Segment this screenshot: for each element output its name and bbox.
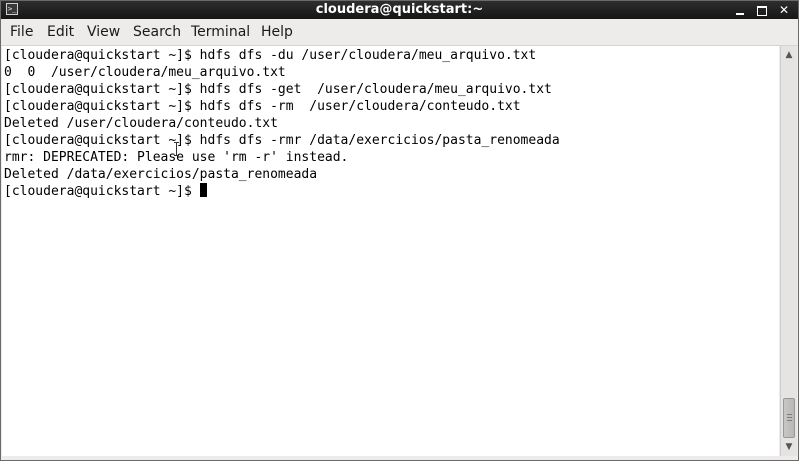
scroll-up-arrow-icon[interactable]: ▲ xyxy=(782,48,796,62)
scrollbar-thumb[interactable] xyxy=(783,398,795,438)
mouse-ibeam-cursor-icon xyxy=(173,141,180,158)
close-icon: ✕ xyxy=(778,3,790,17)
menu-bar: File Edit View Search Terminal Help xyxy=(1,20,798,46)
maximize-button[interactable] xyxy=(752,1,772,19)
minimize-button[interactable] xyxy=(730,1,750,19)
terminal-prompt: [cloudera@quickstart ~]$ xyxy=(4,184,200,199)
menu-terminal[interactable]: Terminal xyxy=(191,20,250,45)
window-bottom-border xyxy=(1,456,798,460)
terminal-line: [cloudera@quickstart ~]$ hdfs dfs -rm /u… xyxy=(4,99,521,114)
menu-view[interactable]: View xyxy=(87,20,120,45)
terminal-lines: [cloudera@quickstart ~]$ hdfs dfs -du /u… xyxy=(4,47,560,200)
terminal-output[interactable]: [cloudera@quickstart ~]$ hdfs dfs -du /u… xyxy=(2,46,779,456)
terminal-line: [cloudera@quickstart ~]$ hdfs dfs -get /… xyxy=(4,82,552,97)
vertical-scrollbar[interactable]: ▲ ▼ xyxy=(780,46,797,456)
terminal-line: 0 0 /user/cloudera/meu_arquivo.txt xyxy=(4,65,286,80)
terminal-line: Deleted /data/exercicios/pasta_renomeada xyxy=(4,167,318,182)
scroll-down-arrow-icon[interactable]: ▼ xyxy=(782,440,796,454)
terminal-line: rmr: DEPRECATED: Please use 'rm -r' inst… xyxy=(4,150,349,165)
minimize-icon xyxy=(736,12,744,15)
title-bar[interactable]: >_ cloudera@quickstart:~ ✕ xyxy=(1,1,798,19)
menu-help[interactable]: Help xyxy=(261,20,293,45)
terminal-line: [cloudera@quickstart ~]$ hdfs dfs -du /u… xyxy=(4,48,537,63)
text-cursor xyxy=(199,183,207,197)
terminal-line: Deleted /user/cloudera/conteudo.txt xyxy=(4,116,278,131)
menu-edit[interactable]: Edit xyxy=(47,20,74,45)
terminal-window: >_ cloudera@quickstart:~ ✕ File Edit Vie… xyxy=(0,0,799,461)
window-title: cloudera@quickstart:~ xyxy=(315,2,484,17)
close-button[interactable]: ✕ xyxy=(774,1,794,19)
menu-search[interactable]: Search xyxy=(133,20,181,45)
maximize-icon xyxy=(757,5,767,16)
menu-file[interactable]: File xyxy=(10,20,33,45)
terminal-prompt-line[interactable]: [cloudera@quickstart ~]$ xyxy=(4,183,560,200)
terminal-line: [cloudera@quickstart ~]$ hdfs dfs -rmr /… xyxy=(4,133,560,148)
